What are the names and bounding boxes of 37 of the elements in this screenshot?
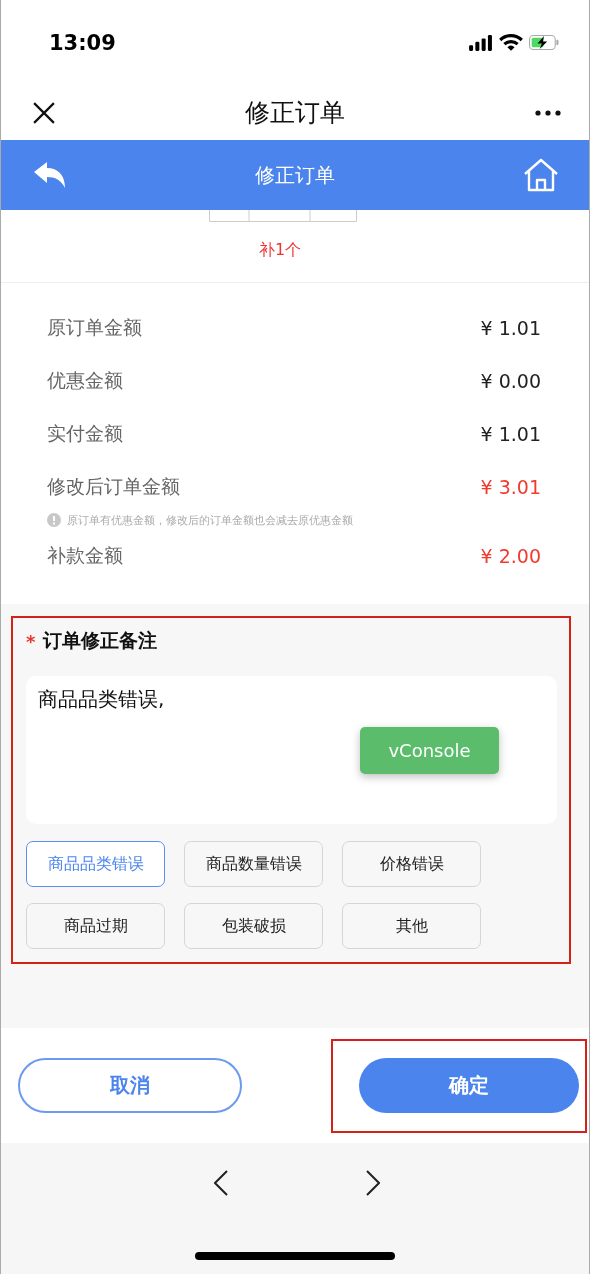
info-icon: [47, 513, 61, 527]
header-title: 修正订单: [254, 161, 335, 189]
hint-text: 原订单有优惠金额，修改后的订单金额也会减去原优惠金额: [67, 512, 353, 528]
section-title: 订单修正备注: [43, 628, 158, 653]
reason-tag[interactable]: 价格错误: [342, 841, 481, 887]
amount-label: 优惠金额: [47, 367, 123, 393]
forward-chevron-icon[interactable]: [366, 1170, 380, 1196]
amount-value: ¥ 1.01: [480, 316, 541, 339]
page-title: 修正订单: [245, 97, 345, 129]
amount-value: ¥ 3.01: [480, 475, 541, 498]
signal-icon: [468, 34, 493, 51]
status-time: 13:09: [49, 30, 116, 55]
back-arrow-icon[interactable]: [34, 162, 66, 188]
remark-input-field[interactable]: 商品品类错误, vConsole: [26, 676, 557, 824]
back-chevron-icon[interactable]: [214, 1170, 228, 1196]
battery-charging-icon: [529, 35, 559, 50]
reason-tag[interactable]: 商品数量错误: [184, 841, 323, 887]
amount-value: ¥ 1.01: [480, 422, 541, 445]
reason-tag[interactable]: 商品过期: [26, 903, 165, 949]
home-icon[interactable]: [523, 158, 559, 192]
more-icon[interactable]: [535, 109, 561, 116]
close-icon[interactable]: [33, 101, 55, 124]
amount-label: 补款金额: [47, 542, 123, 568]
amount-label: 原订单金额: [47, 314, 142, 340]
required-mark: *: [26, 630, 36, 652]
supplement-note: 补1个: [258, 240, 302, 261]
wifi-icon: [499, 33, 523, 52]
reason-tag[interactable]: 其他: [342, 903, 481, 949]
amount-value: ¥ 0.00: [480, 369, 541, 392]
amount-label: 修改后订单金额: [47, 473, 180, 499]
cancel-button[interactable]: 取消: [18, 1058, 242, 1113]
amount-label: 实付金额: [47, 420, 123, 446]
remark-text: 商品品类错误,: [38, 687, 165, 711]
confirm-button[interactable]: 确定: [359, 1058, 579, 1113]
reason-tag[interactable]: 商品品类错误: [26, 841, 165, 887]
reason-tag[interactable]: 包装破损: [184, 903, 323, 949]
amount-value: ¥ 2.00: [480, 544, 541, 567]
